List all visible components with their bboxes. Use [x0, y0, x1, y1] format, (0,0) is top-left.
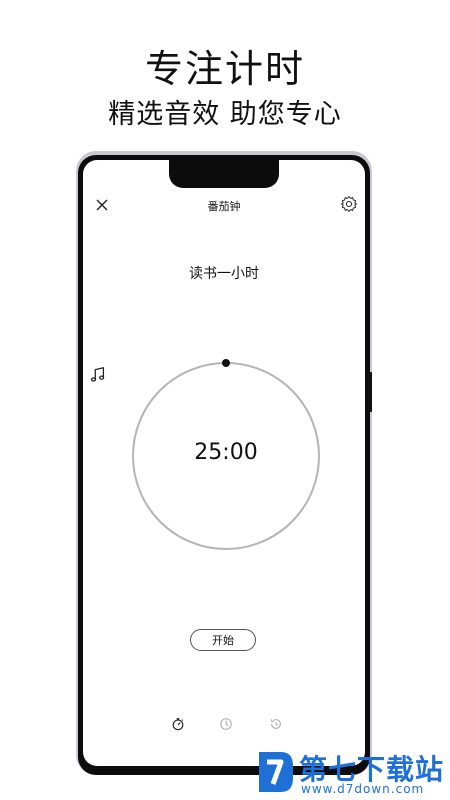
promo-title: 专注计时: [144, 47, 305, 91]
bottom-nav: [83, 712, 365, 736]
phone-mockup: 番茄钟 读书一小时 25:00 开始: [78, 155, 370, 775]
screen-title: 番茄钟: [207, 200, 241, 213]
timer-handle[interactable]: [222, 359, 230, 367]
phone-side-button: [368, 372, 372, 412]
music-button[interactable]: [87, 364, 109, 386]
promo-subtitle: 精选音效 助您专心: [108, 99, 342, 130]
history-clock-icon: [271, 719, 281, 729]
clock-icon: [220, 718, 232, 730]
task-name[interactable]: 读书一小时: [83, 263, 365, 283]
watermark-logo-icon: [259, 752, 293, 792]
nav-item-clock[interactable]: [214, 712, 238, 736]
music-note-icon: [90, 367, 105, 382]
promo-page: 专注计时 精选音效 助您专心 番茄钟 读书一小时 25:00 开始 第七下载站 …: [0, 0, 450, 800]
phone-screen: 番茄钟 读书一小时 25:00 开始: [83, 160, 365, 766]
timer-display: 25:00: [194, 440, 258, 465]
phone-notch: [169, 160, 279, 188]
start-button[interactable]: 开始: [190, 629, 256, 651]
nav-item-timer[interactable]: [166, 712, 190, 736]
nav-item-history[interactable]: [264, 712, 288, 736]
stopwatch-icon: [172, 718, 184, 731]
watermark-url: www.d7down.com: [301, 782, 425, 796]
watermark: 第七下载站 www.d7down.com: [255, 748, 450, 800]
settings-button[interactable]: [337, 192, 361, 216]
gear-icon: [341, 196, 357, 212]
